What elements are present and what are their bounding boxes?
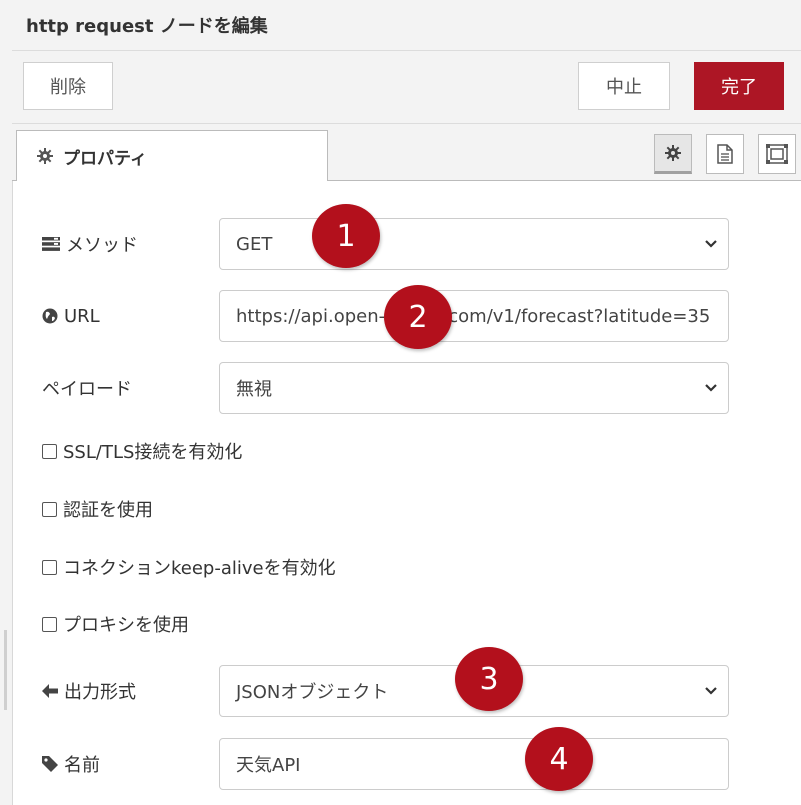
url-input[interactable]: https://api.open-meteo.com/v1/forecast?l… bbox=[219, 290, 729, 342]
name-row: 名前 天気API bbox=[12, 738, 801, 790]
output-label: 出力形式 bbox=[42, 665, 136, 717]
description-tab-button[interactable] bbox=[706, 134, 744, 174]
method-label: メソッド bbox=[42, 218, 138, 270]
chevron-down-icon bbox=[705, 240, 717, 248]
payload-value: 無視 bbox=[236, 379, 272, 400]
frame-icon bbox=[766, 144, 788, 164]
output-label-text: 出力形式 bbox=[64, 682, 136, 703]
chevron-down-icon bbox=[705, 384, 717, 392]
name-label-text: 名前 bbox=[64, 755, 100, 776]
proxy-checkbox-row[interactable]: プロキシを使用 bbox=[42, 609, 189, 639]
ssl-checkbox-label: SSL/TLS接続を有効化 bbox=[63, 442, 243, 463]
left-edge-strip bbox=[0, 0, 12, 805]
method-select[interactable]: GET bbox=[219, 218, 729, 270]
method-value: GET bbox=[236, 233, 273, 255]
payload-label-text: ペイロード bbox=[42, 379, 132, 400]
ssl-checkbox-row[interactable]: SSL/TLS接続を有効化 bbox=[42, 436, 242, 466]
panel-title: http request ノードを編集 bbox=[26, 16, 268, 37]
settings-tab-button[interactable] bbox=[654, 134, 692, 174]
payload-select[interactable]: 無視 bbox=[219, 362, 729, 414]
keepalive-checkbox[interactable] bbox=[42, 559, 57, 575]
payload-row: ペイロード 無視 bbox=[12, 362, 801, 414]
globe-icon bbox=[42, 308, 58, 324]
appearance-tab-button[interactable] bbox=[758, 134, 796, 174]
annotation-badge-2: 2 bbox=[384, 285, 452, 349]
toolbar: 削除 中止 完了 bbox=[12, 51, 801, 124]
name-value: 天気API bbox=[236, 755, 301, 776]
gear-icon bbox=[665, 145, 681, 161]
arrow-left-icon bbox=[42, 684, 58, 698]
list-icon bbox=[42, 237, 60, 251]
proxy-checkbox[interactable] bbox=[42, 616, 57, 632]
ssl-checkbox[interactable] bbox=[42, 443, 57, 459]
resize-handle[interactable] bbox=[4, 630, 7, 710]
panel-header: http request ノードを編集 bbox=[12, 0, 801, 51]
proxy-checkbox-label: プロキシを使用 bbox=[63, 615, 189, 636]
gear-icon bbox=[37, 148, 53, 164]
delete-button[interactable]: 削除 bbox=[23, 62, 113, 110]
url-label: URL bbox=[42, 290, 100, 342]
url-label-text: URL bbox=[64, 305, 100, 327]
keepalive-checkbox-label: コネクションkeep-aliveを有効化 bbox=[63, 558, 336, 579]
output-value: JSONオブジェクト bbox=[236, 682, 389, 703]
method-label-text: メソッド bbox=[66, 235, 138, 256]
document-icon bbox=[717, 144, 733, 164]
auth-checkbox-label: 認証を使用 bbox=[63, 500, 153, 521]
tab-properties[interactable]: プロパティ bbox=[16, 130, 328, 181]
output-row: 出力形式 JSONオブジェクト bbox=[12, 665, 801, 717]
tag-icon bbox=[42, 756, 58, 772]
payload-label: ペイロード bbox=[42, 362, 132, 414]
chevron-down-icon bbox=[705, 687, 717, 695]
annotation-badge-1: 1 bbox=[312, 204, 380, 268]
method-row: メソッド GET bbox=[12, 218, 801, 270]
done-button[interactable]: 完了 bbox=[694, 62, 784, 110]
tab-properties-label: プロパティ bbox=[63, 148, 147, 169]
keepalive-checkbox-row[interactable]: コネクションkeep-aliveを有効化 bbox=[42, 552, 336, 582]
url-value: https://api.open-meteo.com/v1/forecast?l… bbox=[236, 305, 711, 327]
auth-checkbox[interactable] bbox=[42, 501, 57, 517]
annotation-badge-4: 4 bbox=[525, 727, 593, 791]
tab-bar: プロパティ bbox=[12, 124, 801, 181]
name-label: 名前 bbox=[42, 738, 100, 790]
auth-checkbox-row[interactable]: 認証を使用 bbox=[42, 494, 153, 524]
cancel-button[interactable]: 中止 bbox=[578, 62, 670, 110]
name-input[interactable]: 天気API bbox=[219, 738, 729, 790]
annotation-badge-3: 3 bbox=[455, 647, 523, 711]
